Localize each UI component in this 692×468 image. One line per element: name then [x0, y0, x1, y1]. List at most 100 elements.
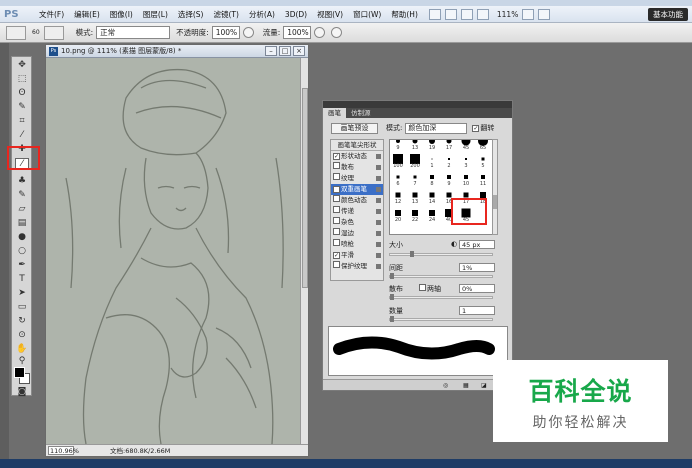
toggle-live-tip-icon[interactable]: ◎: [443, 382, 448, 389]
brush-option-checkbox[interactable]: [333, 206, 340, 213]
lock-icon[interactable]: [376, 220, 381, 225]
path-select-tool-icon[interactable]: ➤: [15, 288, 29, 299]
3d-orbit-tool-icon[interactable]: ⊙: [15, 330, 29, 341]
size-slider-knob[interactable]: [410, 251, 414, 257]
crop-tool-icon[interactable]: ⌗: [15, 116, 29, 127]
3d-rotate-tool-icon[interactable]: ↻: [15, 316, 29, 327]
brush-option-item[interactable]: 颜色动态: [331, 195, 383, 206]
brush-tip-cell[interactable]: 2: [441, 154, 457, 169]
brush-option-checkbox[interactable]: ✓: [333, 186, 340, 193]
dodge-tool-icon[interactable]: ○: [15, 246, 29, 257]
brush-size-indicator[interactable]: 60: [32, 29, 40, 36]
menu-layer[interactable]: 图层(L): [138, 9, 173, 20]
lock-icon[interactable]: [376, 264, 381, 269]
bridge-icon[interactable]: [428, 8, 441, 20]
hand-tool-icon[interactable]: ✋: [15, 344, 29, 355]
spacing-input[interactable]: 1%: [459, 263, 495, 272]
menu-edit[interactable]: 编辑(E): [69, 9, 105, 20]
brush-option-checkbox[interactable]: [333, 195, 340, 202]
brush-tip-cell[interactable]: 14: [424, 190, 440, 205]
menu-filter[interactable]: 滤镜(T): [209, 9, 244, 20]
count-input[interactable]: 1: [459, 306, 495, 315]
size-slider[interactable]: [389, 251, 493, 257]
foreground-color-swatch[interactable]: [14, 367, 25, 378]
menubar-zoom[interactable]: 111%: [497, 10, 518, 19]
scatter-slider-knob[interactable]: [390, 294, 394, 300]
brush-tip-cell[interactable]: 3: [458, 154, 474, 169]
brush-tip-cell[interactable]: 13: [407, 190, 423, 205]
new-preset-icon[interactable]: ◪: [481, 382, 487, 389]
airbrush-icon[interactable]: [314, 27, 326, 38]
scatter-slider[interactable]: [389, 294, 493, 300]
menu-file[interactable]: 文件(F): [34, 9, 69, 20]
blur-tool-icon[interactable]: ●: [15, 232, 29, 243]
scrollbar-thumb[interactable]: [302, 88, 308, 288]
brush-option-checkbox[interactable]: [333, 162, 340, 169]
brush-option-item[interactable]: ✓ 平滑: [331, 250, 383, 261]
brush-option-checkbox[interactable]: [333, 228, 340, 235]
tab-brush[interactable]: 画笔: [323, 108, 346, 118]
menu-3d[interactable]: 3D(D): [280, 10, 312, 19]
screen-mode-icon[interactable]: [538, 8, 551, 20]
count-slider[interactable]: [389, 316, 493, 322]
vertical-scrollbar[interactable]: [300, 58, 308, 444]
brush-tip-cell[interactable]: 17: [441, 140, 457, 151]
image-canvas[interactable]: [46, 58, 302, 444]
size-input[interactable]: 45 px: [459, 240, 495, 249]
zoom-view-icon[interactable]: [476, 8, 489, 20]
lock-icon[interactable]: [376, 165, 381, 170]
close-icon[interactable]: ×: [293, 46, 305, 56]
brush-option-checkbox[interactable]: [333, 239, 340, 246]
brush-tip-cell[interactable]: 9: [390, 140, 406, 151]
brush-tip-cell[interactable]: 8: [424, 172, 440, 187]
lock-icon[interactable]: [376, 209, 381, 214]
clone-stamp-tool-icon[interactable]: ♣: [15, 176, 29, 187]
lock-icon[interactable]: [376, 231, 381, 236]
brush-presets-button[interactable]: 画笔预设: [331, 122, 378, 134]
brush-tip-cell[interactable]: 24: [424, 208, 440, 223]
hand-view-icon[interactable]: [460, 8, 473, 20]
brush-option-checkbox[interactable]: ✓: [333, 153, 340, 160]
brush-tip-cell[interactable]: 1: [424, 154, 440, 169]
pressure-size-icon[interactable]: [331, 27, 343, 38]
lock-icon[interactable]: [376, 198, 381, 203]
brush-option-item[interactable]: 喷枪: [331, 239, 383, 250]
move-tool-icon[interactable]: ✥: [15, 60, 29, 71]
quick-select-tool-icon[interactable]: ✎: [15, 102, 29, 113]
quick-mask-icon[interactable]: ◙: [15, 387, 29, 398]
brush-tip-cell[interactable]: 45: [458, 140, 474, 151]
brush-option-item[interactable]: 湿边: [331, 228, 383, 239]
brush-tip-cell[interactable]: 100: [390, 154, 406, 169]
lock-icon[interactable]: [376, 154, 381, 159]
brush-grid-scrollbar[interactable]: [492, 139, 498, 235]
brush-tip-cell[interactable]: 22: [407, 208, 423, 223]
brush-tip-cell[interactable]: 7: [407, 172, 423, 187]
spacing-slider[interactable]: [389, 273, 493, 279]
history-brush-tool-icon[interactable]: ✎: [15, 190, 29, 201]
shape-tool-icon[interactable]: ▭: [15, 302, 29, 313]
brush-tip-cell[interactable]: 20: [390, 208, 406, 223]
menu-window[interactable]: 窗口(W): [348, 9, 386, 20]
zoom-field[interactable]: 110.96%: [48, 446, 79, 455]
lock-icon[interactable]: [376, 253, 381, 258]
lock-icon[interactable]: [376, 242, 381, 247]
brush-tip-cell[interactable]: 13: [407, 140, 423, 151]
type-tool-icon[interactable]: T: [15, 274, 29, 285]
flow-input[interactable]: 100%: [283, 26, 312, 39]
brush-tip-cell[interactable]: 65: [475, 140, 491, 151]
brush-tip-cell[interactable]: 11: [475, 172, 491, 187]
menu-select[interactable]: 选择(S): [173, 9, 209, 20]
gradient-tool-icon[interactable]: ▤: [15, 218, 29, 229]
brush-option-checkbox[interactable]: [333, 173, 340, 180]
eyedropper-tool-icon[interactable]: ⁄: [15, 130, 29, 141]
panel-grip[interactable]: [323, 101, 512, 108]
brush-option-item[interactable]: 散布: [331, 162, 383, 173]
marquee-tool-icon[interactable]: ⬚: [15, 74, 29, 85]
menu-view[interactable]: 视图(V): [312, 9, 348, 20]
show-grid-icon[interactable]: ▦: [463, 382, 469, 389]
opacity-input[interactable]: 100%: [211, 26, 240, 39]
brush-tip-cell[interactable]: 5: [475, 154, 491, 169]
tab-clone-source[interactable]: 仿制源: [346, 108, 376, 118]
tool-preset-picker[interactable]: [6, 25, 26, 40]
menu-analysis[interactable]: 分析(A): [244, 9, 280, 20]
